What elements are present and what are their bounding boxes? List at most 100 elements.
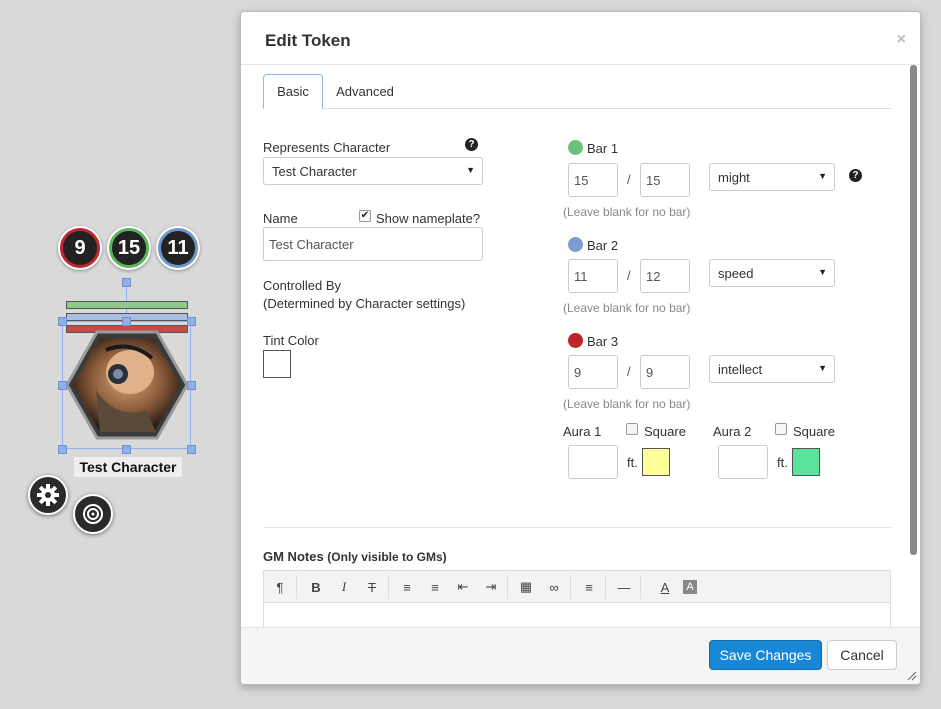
bar-1-current-input[interactable]: 15 — [568, 163, 618, 197]
bar-1-slash: / — [627, 172, 631, 187]
aura-1-color-swatch[interactable] — [642, 448, 670, 476]
bar-3-slash: / — [627, 364, 631, 379]
token-bar-1 — [66, 301, 188, 309]
help-icon[interactable]: ? — [465, 138, 478, 151]
controlled-by-note: (Determined by Character settings) — [263, 296, 466, 311]
toolbar-separator — [640, 575, 641, 599]
bar-1-color-dot[interactable] — [568, 140, 583, 155]
tint-color-label: Tint Color — [263, 333, 319, 348]
token-status-bubble-1[interactable]: 9 — [60, 228, 100, 268]
dialog-title: Edit Token — [265, 31, 351, 50]
highlight-color-icon[interactable]: A — [683, 580, 697, 594]
paragraph-icon[interactable]: ¶ — [270, 577, 290, 597]
resize-grip-icon[interactable] — [907, 671, 917, 681]
dialog-footer: Save Changes Cancel — [241, 627, 920, 684]
bar-2-slash: / — [627, 268, 631, 283]
resize-handle-bm[interactable] — [122, 445, 131, 454]
name-input[interactable]: Test Character — [263, 227, 483, 261]
aura-1-label: Aura 1 — [563, 424, 602, 439]
toolbar-separator — [388, 575, 389, 599]
outdent-icon[interactable]: ⇤ — [453, 577, 473, 597]
align-icon[interactable]: ≡ — [579, 577, 599, 597]
toolbar-separator — [570, 575, 571, 599]
link-icon[interactable]: ∞ — [544, 577, 564, 597]
resize-handle-br[interactable] — [187, 445, 196, 454]
bar-1-label: Bar 1 — [587, 141, 619, 156]
font-color-icon[interactable]: A — [655, 577, 675, 597]
section-divider — [263, 527, 891, 528]
resize-handle-tm[interactable] — [122, 317, 131, 326]
bar-3-label: Bar 3 — [587, 334, 619, 349]
token-status-bubble-3[interactable]: 11 — [158, 228, 198, 268]
tab-advanced[interactable]: Advanced — [329, 74, 401, 109]
bar-3-color-dot[interactable] — [568, 333, 583, 348]
chevron-down-icon: ▼ — [466, 165, 475, 175]
gm-notes-toolbar: ¶ B I T ≡ ≡ ⇤ ⇥ ▦ ∞ ≡ — A A — [263, 570, 891, 602]
dialog-body: Basic Advanced Represents Character ? Te… — [241, 65, 910, 629]
aura-2-label: Aura 2 — [713, 424, 752, 439]
represents-character-value: Test Character — [272, 163, 357, 179]
aura-1-square-label: Square — [644, 424, 686, 439]
toolbar-separator — [605, 575, 606, 599]
resize-handle-tl[interactable] — [58, 317, 67, 326]
bar-2-current-input[interactable]: 11 — [568, 259, 618, 293]
bar-2-link-select[interactable]: speed ▼ — [709, 259, 835, 287]
aura-1-radius-input[interactable] — [568, 445, 618, 479]
chevron-down-icon: ▼ — [818, 363, 827, 373]
numbered-list-icon[interactable]: ≡ — [425, 577, 445, 597]
target-icon — [83, 504, 103, 524]
tint-color-swatch[interactable] — [263, 350, 291, 378]
show-nameplate-checkbox[interactable]: ✔ — [359, 210, 371, 222]
aura-2-radius-input[interactable] — [718, 445, 768, 479]
table-icon[interactable]: ▦ — [516, 577, 536, 597]
bar-2-color-dot[interactable] — [568, 237, 583, 252]
bar-3-hint: (Leave blank for no bar) — [563, 397, 691, 411]
aura-1-square-checkbox[interactable] — [626, 423, 638, 435]
save-changes-button[interactable]: Save Changes — [709, 640, 822, 670]
edit-token-dialog: Edit Token × Basic Advanced Represents C… — [240, 11, 921, 685]
bar-3-link-value: intellect — [718, 361, 763, 377]
dialog-scrollbar[interactable] — [910, 65, 917, 555]
bar-1-max-input[interactable]: 15 — [640, 163, 690, 197]
show-nameplate-label: Show nameplate? — [376, 211, 481, 226]
resize-handle-mr[interactable] — [187, 381, 196, 390]
chevron-down-icon: ▼ — [818, 267, 827, 277]
help-icon[interactable]: ? — [849, 169, 862, 182]
rotation-handle[interactable] — [122, 278, 131, 287]
aura-2-color-swatch[interactable] — [792, 448, 820, 476]
aura-2-square-checkbox[interactable] — [775, 423, 787, 435]
bar-3-current-input[interactable]: 9 — [568, 355, 618, 389]
represents-character-select[interactable]: Test Character ▼ — [263, 157, 483, 185]
selection-box — [62, 321, 191, 449]
aura-2-unit: ft. — [777, 455, 788, 470]
chevron-down-icon: ▼ — [818, 171, 827, 181]
close-icon[interactable]: × — [897, 31, 906, 49]
token-status-bubble-2[interactable]: 15 — [109, 228, 149, 268]
bar-3-link-select[interactable]: intellect ▼ — [709, 355, 835, 383]
bar-2-link-value: speed — [718, 265, 754, 281]
bold-icon[interactable]: B — [306, 577, 326, 597]
token-settings-button[interactable] — [28, 475, 68, 515]
name-label: Name — [263, 211, 298, 226]
token-target-button[interactable] — [73, 494, 113, 534]
cancel-button[interactable]: Cancel — [827, 640, 897, 670]
bar-2-label: Bar 2 — [587, 238, 619, 253]
token-nameplate: Test Character — [74, 457, 182, 477]
bar-3-max-input[interactable]: 9 — [640, 355, 690, 389]
resize-handle-tr[interactable] — [187, 317, 196, 326]
tab-basic[interactable]: Basic — [263, 74, 323, 109]
resize-handle-bl[interactable] — [58, 445, 67, 454]
bar-1-link-select[interactable]: might ▼ — [709, 163, 835, 191]
horizontal-rule-icon[interactable]: — — [614, 577, 634, 597]
indent-icon[interactable]: ⇥ — [481, 577, 501, 597]
aura-2-square-label: Square — [793, 424, 835, 439]
italic-icon[interactable]: I — [334, 577, 354, 597]
resize-handle-ml[interactable] — [58, 381, 67, 390]
gm-notes-editor[interactable] — [263, 602, 891, 629]
strikethrough-icon[interactable]: T — [362, 577, 382, 597]
represents-character-label: Represents Character — [263, 140, 391, 155]
toolbar-separator — [296, 575, 297, 599]
bar-2-max-input[interactable]: 12 — [640, 259, 690, 293]
gm-notes-sublabel: (Only visible to GMs) — [327, 550, 447, 564]
bullet-list-icon[interactable]: ≡ — [397, 577, 417, 597]
